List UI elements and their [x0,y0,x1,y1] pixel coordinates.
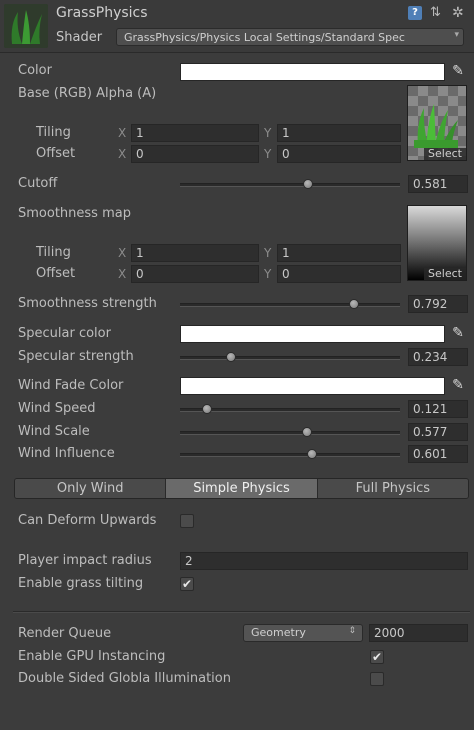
cutoff-label: Cutoff [18,176,58,191]
base-tiling-y-field[interactable]: 1 [277,124,401,142]
wind-speed-slider-track[interactable] [180,408,400,412]
wind-scale-value-field[interactable]: 0.577 [408,423,468,441]
double-sided-gi-checkbox[interactable] [370,672,384,686]
render-queue-dropdown[interactable]: Geometry ⇕ [243,624,363,642]
wind-influence-slider-thumb[interactable] [307,449,318,459]
smoothness-map-label: Smoothness map [18,206,131,221]
smoothness-tiling-x-field[interactable]: 1 [131,244,259,262]
shader-dropdown-value: GrassPhysics/Physics Local Settings/Stan… [124,31,405,44]
specular-color-label: Specular color [18,326,111,341]
material-header: GrassPhysics Shader GrassPhysics/Physics… [0,0,474,53]
gear-icon[interactable]: ✲ [452,6,466,20]
base-texture-select-button[interactable]: Select [424,148,466,160]
base-tiling-x-label: X [118,126,127,140]
wind-scale-slider-track[interactable] [180,431,400,435]
smoothness-tiling-label: Tiling [36,245,71,260]
smoothness-strength-slider-track[interactable] [180,303,400,307]
eyedropper-icon[interactable]: ✎ [451,325,465,341]
specular-color-swatch[interactable] [180,325,445,343]
smoothness-offset-x-field[interactable]: 0 [131,265,259,283]
player-impact-radius-field[interactable]: 2 [180,552,468,570]
specular-strength-label: Specular strength [18,349,134,364]
color-label: Color [18,63,52,78]
wind-fade-color-label: Wind Fade Color [18,378,124,393]
wind-speed-value-field[interactable]: 0.121 [408,400,468,418]
base-tiling-label: Tiling [36,125,71,140]
base-offset-x-field[interactable]: 0 [131,145,259,163]
smoothness-texture-select-button[interactable]: Select [424,268,466,280]
wind-speed-label: Wind Speed [18,401,96,416]
base-offset-y-label: Y [264,147,272,161]
smoothness-offset-label: Offset [36,266,76,281]
tab-simple-physics[interactable]: Simple Physics [166,479,318,498]
tab-only-wind[interactable]: Only Wind [15,479,167,498]
smoothness-offset-y-field[interactable]: 0 [277,265,401,283]
smoothness-tiling-y-field[interactable]: 1 [277,244,401,262]
specular-strength-value-field[interactable]: 0.234 [408,348,468,366]
eyedropper-icon[interactable]: ✎ [451,63,465,79]
player-impact-radius-label: Player impact radius [18,553,152,568]
render-queue-label: Render Queue [18,626,112,641]
enable-grass-tilting-label: Enable grass tilting [18,576,144,591]
wind-influence-slider-track[interactable] [180,453,400,457]
base-offset-y-field[interactable]: 0 [277,145,401,163]
base-texture-slot[interactable]: Select [407,85,467,161]
gpu-instancing-label: Enable GPU Instancing [18,649,166,664]
double-sided-gi-label: Double Sided Globla Illumination [18,671,231,686]
material-preview-thumbnail[interactable] [4,4,48,48]
specular-strength-slider-thumb[interactable] [226,352,237,362]
base-offset-label: Offset [36,146,76,161]
smoothness-offset-x-label: X [118,267,127,281]
cutoff-slider-thumb[interactable] [302,179,313,189]
smoothness-strength-slider-thumb[interactable] [349,299,360,309]
gpu-instancing-checkbox[interactable]: ✔ [370,650,384,664]
base-tiling-y-label: Y [264,126,272,140]
section-divider [13,611,470,613]
can-deform-upwards-label: Can Deform Upwards [18,513,157,528]
cutoff-slider-track[interactable] [180,183,400,187]
tab-full-physics[interactable]: Full Physics [317,479,468,498]
wind-fade-color-swatch[interactable] [180,377,445,395]
cutoff-value-field[interactable]: 0.581 [408,175,468,193]
chevron-down-icon: ▾ [454,30,459,40]
color-swatch[interactable] [180,63,445,81]
smoothness-tiling-x-label: X [118,246,127,260]
render-queue-value-field[interactable]: 2000 [369,624,468,642]
wind-influence-label: Wind Influence [18,446,115,461]
eyedropper-icon[interactable]: ✎ [451,377,465,393]
base-offset-x-label: X [118,147,127,161]
chevron-updown-icon: ⇕ [348,626,356,636]
base-tiling-x-field[interactable]: 1 [131,124,259,142]
shader-label: Shader [56,30,103,45]
help-icon[interactable]: ? [408,6,422,20]
physics-mode-toolbar: Only Wind Simple Physics Full Physics [14,478,469,499]
preset-icon[interactable]: ⇅ [430,6,444,20]
specular-strength-slider-track[interactable] [180,356,400,360]
smoothness-texture-slot[interactable]: Select [407,205,467,281]
material-title: GrassPhysics [56,5,148,21]
wind-influence-value-field[interactable]: 0.601 [408,445,468,463]
enable-grass-tilting-checkbox[interactable]: ✔ [180,577,194,591]
smoothness-tiling-y-label: Y [264,246,272,260]
shader-dropdown[interactable]: GrassPhysics/Physics Local Settings/Stan… [116,28,464,46]
wind-speed-slider-thumb[interactable] [201,404,212,414]
smoothness-strength-label: Smoothness strength [18,296,157,311]
wind-scale-label: Wind Scale [18,424,90,439]
base-map-label: Base (RGB) Alpha (A) [18,86,157,101]
render-queue-dropdown-value: Geometry [251,626,306,639]
can-deform-upwards-checkbox[interactable] [180,514,194,528]
wind-scale-slider-thumb[interactable] [301,427,312,437]
smoothness-offset-y-label: Y [264,267,272,281]
smoothness-strength-value-field[interactable]: 0.792 [408,295,468,313]
